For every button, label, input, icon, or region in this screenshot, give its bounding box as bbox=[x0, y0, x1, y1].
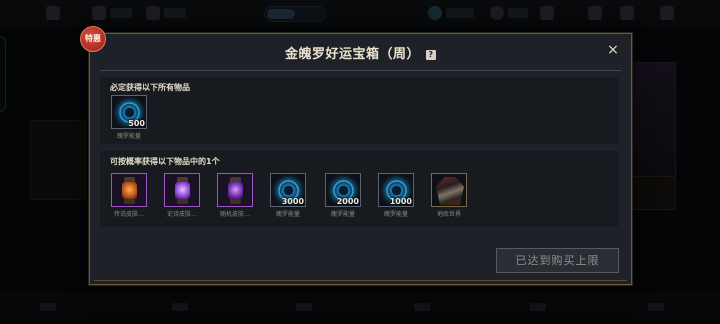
orange-lantern-icon bbox=[122, 177, 137, 204]
reward-item-name: 魄罗能量 bbox=[275, 211, 300, 218]
armor-icon bbox=[436, 177, 464, 205]
reward-item-frame: 1000 bbox=[378, 173, 414, 207]
reward-item-name: 魄罗能量 bbox=[330, 211, 355, 218]
reward-item-frame bbox=[217, 173, 253, 207]
reward-item[interactable]: 2000 魄罗能量 bbox=[325, 173, 361, 218]
help-icon[interactable]: ? bbox=[426, 50, 436, 60]
chance-items-panel: 可按概率获得以下物品中的1个 传说皮肤… 史诗皮肤… 随机皮肤… 3000 魄罗… bbox=[100, 151, 618, 227]
chance-section-title: 可按概率获得以下物品中的1个 bbox=[110, 157, 220, 166]
reward-item-name: 传说皮肤… bbox=[113, 211, 144, 218]
close-icon[interactable]: × bbox=[606, 43, 620, 57]
guaranteed-items-panel: 必定获得以下所有物品 500 魄罗能量 bbox=[100, 77, 618, 144]
reward-item-frame: 2000 bbox=[325, 173, 361, 207]
reward-item-quantity: 500 bbox=[128, 119, 145, 128]
title-divider bbox=[100, 70, 621, 71]
reward-item-frame: 500 bbox=[111, 95, 147, 129]
reward-item-quantity: 2000 bbox=[336, 197, 359, 206]
reward-item-frame bbox=[431, 173, 467, 207]
reward-item[interactable]: 随机皮肤… bbox=[217, 173, 253, 218]
reward-item-frame bbox=[164, 173, 200, 207]
reward-item-frame: 3000 bbox=[270, 173, 306, 207]
reward-item-name: 地底世界 bbox=[436, 211, 461, 218]
reward-item-name: 随机皮肤… bbox=[219, 211, 250, 218]
reward-item-name: 史诗皮肤… bbox=[166, 211, 197, 218]
reward-item-name: 魄罗能量 bbox=[383, 211, 408, 218]
reward-item[interactable]: 地底世界 bbox=[431, 173, 467, 218]
reward-item[interactable]: 传说皮肤… bbox=[111, 173, 147, 218]
lucky-chest-dialog: 特惠 金魄罗好运宝箱（周）? × 必定获得以下所有物品 500 魄罗能量 可按概… bbox=[80, 26, 632, 285]
reward-item[interactable]: 史诗皮肤… bbox=[164, 173, 200, 218]
reward-item-quantity: 1000 bbox=[389, 197, 412, 206]
purchase-limit-button[interactable]: 已达到购买上限 bbox=[496, 248, 619, 273]
dialog-title-text: 金魄罗好运宝箱（周） bbox=[284, 47, 420, 62]
reward-item-frame bbox=[111, 173, 147, 207]
violet-lantern-icon bbox=[228, 177, 243, 204]
reward-item-quantity: 3000 bbox=[281, 197, 304, 206]
dialog-title: 金魄罗好运宝箱（周）? bbox=[90, 43, 631, 62]
reward-item[interactable]: 3000 魄罗能量 bbox=[270, 173, 306, 218]
reward-item[interactable]: 1000 魄罗能量 bbox=[378, 173, 414, 218]
reward-item[interactable]: 500 魄罗能量 bbox=[111, 95, 147, 140]
violet-lantern-icon bbox=[175, 177, 190, 204]
reward-item-name: 魄罗能量 bbox=[116, 133, 141, 140]
guaranteed-section-title: 必定获得以下所有物品 bbox=[110, 83, 190, 92]
